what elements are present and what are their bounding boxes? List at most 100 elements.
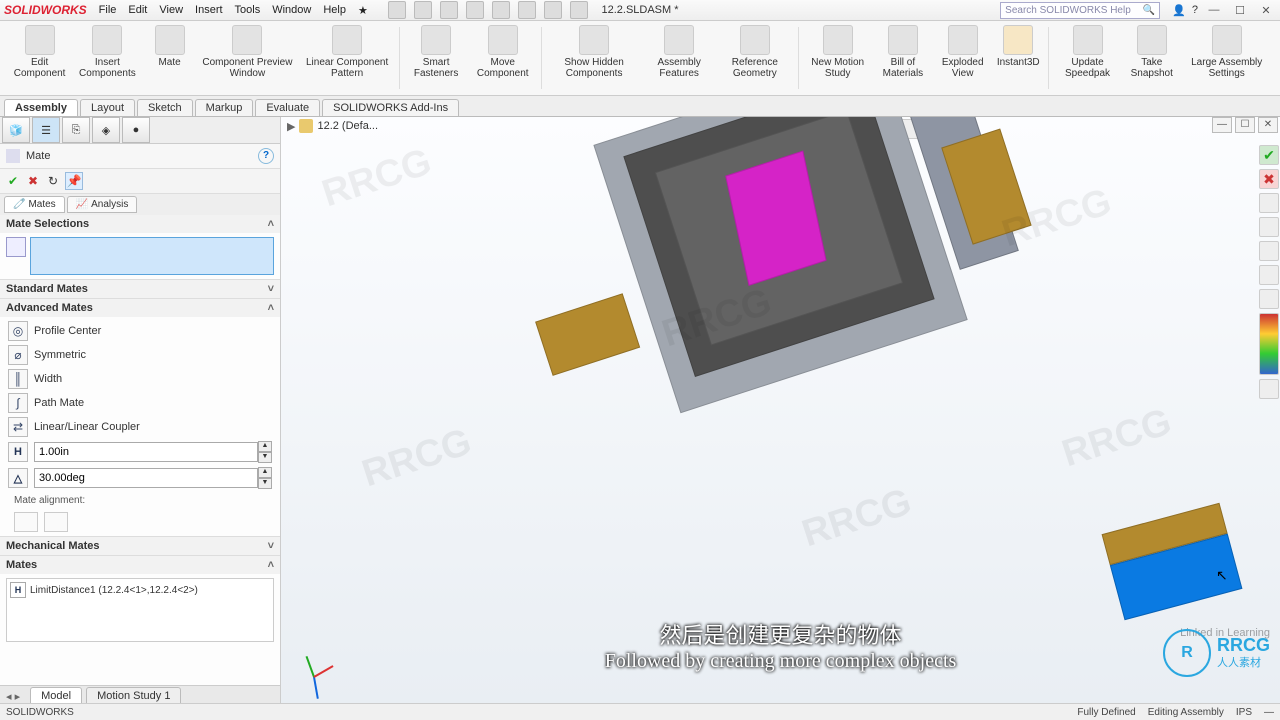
spin-down-icon[interactable]: ▼ bbox=[258, 478, 272, 489]
mate-symmetric[interactable]: ⌀Symmetric bbox=[4, 343, 276, 367]
taskpane-resources-icon[interactable] bbox=[1259, 217, 1279, 237]
angle-input[interactable] bbox=[34, 468, 258, 488]
hud-prevview-icon[interactable] bbox=[723, 119, 743, 139]
tab-layout[interactable]: Layout bbox=[80, 99, 135, 116]
hud-zoomfit-icon[interactable] bbox=[673, 119, 693, 139]
feature-tree-tab-icon[interactable]: 🧊 bbox=[2, 117, 30, 143]
search-icon[interactable]: 🔍 bbox=[1143, 5, 1155, 16]
qat-select-icon[interactable] bbox=[518, 1, 536, 19]
hud-appearance-icon[interactable] bbox=[848, 119, 868, 139]
help-icon[interactable]: ? bbox=[1192, 4, 1198, 16]
display-tab-icon[interactable]: ◈ bbox=[92, 117, 120, 143]
menu-edit[interactable]: Edit bbox=[128, 4, 147, 17]
ribbon-component-preview[interactable]: Component Preview Window bbox=[196, 23, 300, 93]
qat-save-icon[interactable] bbox=[440, 1, 458, 19]
ribbon-smart-fasteners[interactable]: Smart Fasteners bbox=[404, 23, 469, 93]
qat-print-icon[interactable] bbox=[466, 1, 484, 19]
config-tab-icon[interactable]: ⎘ bbox=[62, 117, 90, 143]
align-opposite-button[interactable] bbox=[44, 512, 68, 532]
section-standard-mates[interactable]: Standard Mates˅ bbox=[0, 280, 280, 298]
taskpane-view-icon[interactable] bbox=[1259, 289, 1279, 309]
spin-down-icon[interactable]: ▼ bbox=[258, 452, 272, 463]
taskpane-appearance-icon[interactable] bbox=[1259, 313, 1279, 375]
mate-path[interactable]: ∫Path Mate bbox=[4, 391, 276, 415]
list-item[interactable]: HLimitDistance1 (12.2.4<1>,12.2.4<2>) bbox=[10, 582, 270, 598]
appearance-tab-icon[interactable]: ● bbox=[122, 117, 150, 143]
tab-sketch[interactable]: Sketch bbox=[137, 99, 193, 116]
preview-button[interactable]: ↻ bbox=[45, 173, 61, 189]
ribbon-reference-geometry[interactable]: Reference Geometry bbox=[716, 23, 794, 93]
ribbon-move-component[interactable]: Move Component bbox=[469, 23, 537, 93]
menu-tools[interactable]: Tools bbox=[235, 4, 261, 17]
hud-displaystyle-icon[interactable] bbox=[798, 119, 818, 139]
menu-help[interactable]: Help bbox=[323, 4, 346, 17]
user-icon[interactable]: 👤 bbox=[1172, 4, 1186, 17]
close-button[interactable]: ✕ bbox=[1256, 3, 1276, 17]
tab-addins[interactable]: SOLIDWORKS Add-Ins bbox=[322, 99, 459, 116]
ribbon-update-speedpak[interactable]: Update Speedpak bbox=[1053, 23, 1122, 93]
confirm-corner-cancel[interactable]: ✖ bbox=[1259, 169, 1279, 189]
ok-button[interactable]: ✔ bbox=[5, 173, 21, 189]
ribbon-exploded-view[interactable]: Exploded View bbox=[933, 23, 992, 93]
coordinate-triad[interactable] bbox=[293, 637, 333, 677]
menu-view[interactable]: View bbox=[159, 4, 183, 17]
tab-markup[interactable]: Markup bbox=[195, 99, 254, 116]
subtab-analysis[interactable]: 📈Analysis bbox=[67, 196, 138, 213]
search-help-input[interactable]: Search SOLIDWORKS Help 🔍 bbox=[1000, 2, 1160, 19]
cancel-button[interactable]: ✖ bbox=[25, 173, 41, 189]
taskpane-home-icon[interactable] bbox=[1259, 193, 1279, 213]
mate-selection-field[interactable] bbox=[30, 237, 274, 275]
qat-options-icon[interactable] bbox=[570, 1, 588, 19]
ribbon-bom[interactable]: Bill of Materials bbox=[873, 23, 933, 93]
hud-render-icon[interactable] bbox=[923, 119, 943, 139]
property-manager-tab-icon[interactable]: ☰ bbox=[32, 117, 60, 143]
mate-width[interactable]: ║Width bbox=[4, 367, 276, 391]
ribbon-edit-component[interactable]: Edit Component bbox=[8, 23, 71, 93]
mate-linear-coupler[interactable]: ⇄Linear/Linear Coupler bbox=[4, 415, 276, 439]
spin-up-icon[interactable]: ▲ bbox=[258, 467, 272, 478]
qat-open-icon[interactable] bbox=[414, 1, 432, 19]
menu-insert[interactable]: Insert bbox=[195, 4, 223, 17]
section-mates-list[interactable]: Mates˄ bbox=[0, 556, 280, 574]
qat-rebuild-icon[interactable] bbox=[544, 1, 562, 19]
hud-viewsettings-icon[interactable] bbox=[898, 119, 918, 139]
tab-evaluate[interactable]: Evaluate bbox=[255, 99, 320, 116]
taskpane-explorer-icon[interactable] bbox=[1259, 265, 1279, 285]
ribbon-insert-components[interactable]: Insert Components bbox=[71, 23, 143, 93]
confirm-corner-ok[interactable]: ✔ bbox=[1259, 145, 1279, 165]
hud-vieworient-icon[interactable] bbox=[773, 119, 793, 139]
spin-up-icon[interactable]: ▲ bbox=[258, 441, 272, 452]
taskpane-library-icon[interactable] bbox=[1259, 241, 1279, 261]
subtab-mates[interactable]: 🧷Mates bbox=[4, 196, 65, 213]
ribbon-motion-study[interactable]: New Motion Study bbox=[803, 23, 873, 93]
menu-window[interactable]: Window bbox=[272, 4, 311, 17]
maximize-button[interactable]: ☐ bbox=[1230, 3, 1250, 17]
section-advanced-mates[interactable]: Advanced Mates˄ bbox=[0, 299, 280, 317]
viewport-close-button[interactable]: ✕ bbox=[1258, 117, 1278, 133]
tab-nav-arrows[interactable]: ◂ ▸ bbox=[0, 690, 26, 703]
align-same-button[interactable] bbox=[14, 512, 38, 532]
ribbon-large-assembly[interactable]: Large Assembly Settings bbox=[1181, 23, 1272, 93]
distance-input[interactable] bbox=[34, 442, 258, 462]
ribbon-instant3d[interactable]: Instant3D bbox=[992, 23, 1044, 93]
section-mechanical-mates[interactable]: Mechanical Mates˅ bbox=[0, 537, 280, 555]
ribbon-mate[interactable]: Mate bbox=[144, 23, 196, 93]
hud-hideshow-icon[interactable] bbox=[823, 119, 843, 139]
graphics-viewport[interactable]: ▶ 12.2 (Defa... — ☐ ✕ bbox=[281, 117, 1280, 703]
ribbon-snapshot[interactable]: Take Snapshot bbox=[1122, 23, 1181, 93]
taskpane-custom-icon[interactable] bbox=[1259, 379, 1279, 399]
ribbon-assembly-features[interactable]: Assembly Features bbox=[643, 23, 716, 93]
minimize-button[interactable]: — bbox=[1204, 3, 1224, 17]
pushpin-button[interactable]: 📌 bbox=[65, 172, 83, 190]
hud-scene-icon[interactable] bbox=[873, 119, 893, 139]
qat-undo-icon[interactable] bbox=[492, 1, 510, 19]
viewport-min-button[interactable]: — bbox=[1212, 117, 1232, 133]
section-mate-selections[interactable]: Mate Selections˄ bbox=[0, 215, 280, 233]
ribbon-linear-pattern[interactable]: Linear Component Pattern bbox=[299, 23, 395, 93]
breadcrumb[interactable]: ▶ 12.2 (Defa... bbox=[287, 119, 378, 133]
hud-zoomarea-icon[interactable] bbox=[698, 119, 718, 139]
entities-icon[interactable] bbox=[6, 237, 26, 257]
mates-list[interactable]: HLimitDistance1 (12.2.4<1>,12.2.4<2>) bbox=[6, 578, 274, 642]
hud-section-icon[interactable] bbox=[748, 119, 768, 139]
mate-profile-center[interactable]: ◎Profile Center bbox=[4, 319, 276, 343]
